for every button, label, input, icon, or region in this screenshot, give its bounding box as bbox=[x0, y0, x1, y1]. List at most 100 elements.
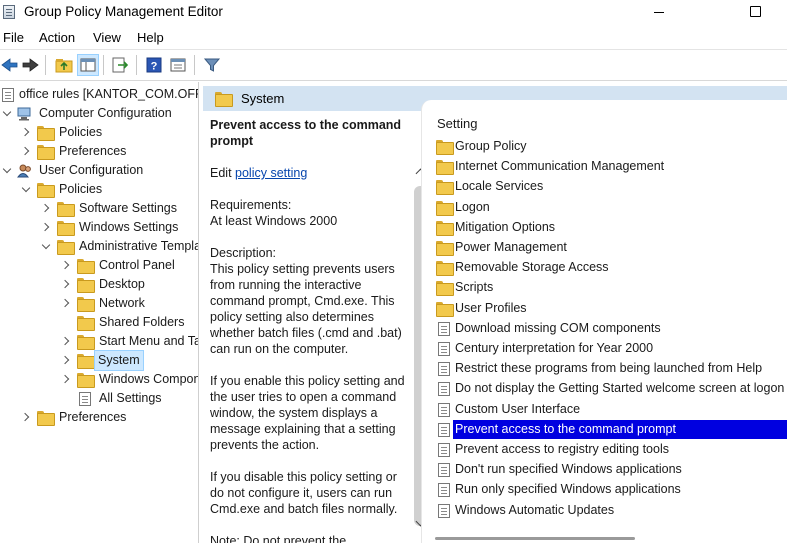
menu-file[interactable]: File bbox=[3, 30, 24, 45]
list-item-label: Power Management bbox=[455, 240, 567, 254]
folder-icon bbox=[57, 221, 75, 236]
list-item[interactable]: Power Management bbox=[434, 238, 787, 257]
list-item[interactable]: Download missing COM components bbox=[434, 319, 787, 338]
folder-icon bbox=[57, 202, 75, 217]
chevron-right-icon[interactable] bbox=[22, 147, 30, 155]
export-list-icon[interactable] bbox=[110, 55, 130, 75]
filter-icon[interactable] bbox=[202, 55, 222, 75]
list-item[interactable]: Run only specified Windows applications bbox=[434, 480, 787, 499]
list-item[interactable]: Century interpretation for Year 2000 bbox=[434, 339, 787, 358]
chevron-down-icon[interactable] bbox=[3, 166, 11, 174]
requirements-block: Requirements: At least Windows 2000 bbox=[210, 197, 408, 229]
tree-label: Network bbox=[99, 296, 145, 310]
list-item[interactable]: Logon bbox=[434, 198, 787, 217]
minimize-button[interactable] bbox=[636, 0, 682, 24]
properties-icon[interactable] bbox=[168, 55, 188, 75]
toolbar-separator bbox=[45, 55, 46, 75]
list-item[interactable]: Locale Services bbox=[434, 177, 787, 196]
tree-label: Preferences bbox=[59, 144, 127, 158]
forward-icon[interactable] bbox=[20, 55, 40, 75]
list-item-label: Century interpretation for Year 2000 bbox=[455, 341, 654, 355]
toolbar-separator bbox=[194, 55, 195, 75]
menu-bar: File Action View Help bbox=[0, 26, 787, 50]
list-item-label: Logon bbox=[455, 199, 490, 214]
window-title: Group Policy Management Editor bbox=[24, 4, 223, 19]
chevron-right-icon[interactable] bbox=[22, 413, 30, 421]
computer-icon bbox=[17, 107, 33, 121]
requirements-label: Requirements: bbox=[210, 198, 292, 212]
chevron-right-icon[interactable] bbox=[62, 261, 70, 269]
chevron-down-icon[interactable] bbox=[3, 109, 11, 117]
edit-prefix: Edit bbox=[210, 166, 236, 180]
list-item[interactable]: User Profiles bbox=[434, 299, 787, 318]
folder-icon bbox=[77, 297, 95, 312]
up-folder-icon[interactable] bbox=[54, 55, 74, 75]
chevron-right-icon[interactable] bbox=[42, 223, 50, 231]
policy-setting-icon bbox=[438, 422, 450, 437]
back-icon[interactable] bbox=[0, 55, 20, 75]
chevron-right-icon[interactable] bbox=[62, 280, 70, 288]
folder-icon bbox=[436, 261, 454, 277]
list-item[interactable]: Scripts bbox=[434, 278, 787, 297]
list-item[interactable]: Do not display the Getting Started welco… bbox=[434, 379, 787, 398]
folder-icon bbox=[77, 335, 95, 350]
chevron-right-icon[interactable] bbox=[62, 299, 70, 307]
menu-action[interactable]: Action bbox=[39, 30, 75, 45]
column-header-setting[interactable]: Setting bbox=[437, 116, 477, 131]
edit-policy-setting-link[interactable]: policy setting bbox=[235, 166, 307, 180]
list-item-label: Removable Storage Access bbox=[455, 260, 609, 275]
list-item[interactable]: Custom User Interface bbox=[434, 400, 787, 419]
help-icon[interactable]: ? bbox=[144, 55, 164, 75]
policy-setting-icon bbox=[438, 362, 450, 377]
folder-icon bbox=[215, 92, 233, 107]
policy-setting-icon bbox=[438, 503, 450, 518]
tree-label: Start Menu and Taskbar bbox=[99, 334, 198, 348]
folder-icon bbox=[77, 259, 95, 274]
list-item[interactable]: Don't run specified Windows applications bbox=[434, 460, 787, 479]
tree-label: Policies bbox=[59, 125, 103, 139]
list-item[interactable]: Mitigation Options bbox=[434, 218, 787, 237]
folder-icon bbox=[436, 220, 454, 236]
show-hide-tree-icon[interactable] bbox=[77, 54, 99, 76]
folder-icon bbox=[436, 180, 454, 196]
folder-icon bbox=[37, 183, 55, 198]
list-item[interactable]: Prevent access to the command prompt bbox=[434, 419, 787, 439]
list-item[interactable]: Group Policy bbox=[434, 137, 787, 156]
list-item-label: Internet Communication Management bbox=[455, 159, 665, 174]
list-item[interactable]: Prevent access to registry editing tools bbox=[434, 440, 787, 459]
tree-label: Control Panel bbox=[99, 258, 175, 272]
chevron-down-icon[interactable] bbox=[22, 185, 30, 193]
chevron-right-icon[interactable] bbox=[62, 356, 70, 364]
requirements-value: At least Windows 2000 bbox=[210, 214, 338, 228]
menu-view[interactable]: View bbox=[93, 30, 121, 45]
tree-label: Preferences bbox=[59, 410, 127, 424]
maximize-button[interactable] bbox=[732, 0, 778, 24]
users-icon bbox=[17, 164, 33, 178]
chevron-right-icon[interactable] bbox=[42, 204, 50, 212]
list-item[interactable]: Windows Automatic Updates bbox=[434, 501, 787, 520]
policy-setting-icon bbox=[438, 463, 450, 478]
tree-label: User Configuration bbox=[39, 163, 144, 177]
policy-setting-icon bbox=[438, 402, 450, 417]
chevron-right-icon[interactable] bbox=[62, 375, 70, 383]
list-item[interactable]: Restrict these programs from being launc… bbox=[434, 359, 787, 378]
chevron-down-icon[interactable] bbox=[42, 242, 50, 250]
toolbar-separator bbox=[136, 55, 137, 75]
folder-icon bbox=[77, 354, 95, 369]
chevron-right-icon[interactable] bbox=[62, 337, 70, 345]
policy-setting-icon bbox=[438, 483, 450, 498]
tree-label: Windows Components bbox=[99, 372, 198, 386]
tree-label: All Settings bbox=[99, 391, 162, 405]
list-item[interactable]: Internet Communication Management bbox=[434, 157, 787, 176]
horizontal-scrollbar[interactable] bbox=[435, 537, 635, 540]
list-item-label: Download missing COM components bbox=[455, 320, 661, 335]
folder-icon bbox=[37, 145, 55, 160]
chevron-right-icon[interactable] bbox=[22, 128, 30, 136]
list-item-label: Restrict these programs from being launc… bbox=[455, 361, 763, 376]
folder-icon bbox=[37, 411, 55, 426]
list-item[interactable]: Removable Storage Access bbox=[434, 258, 787, 277]
edit-policy-line: Edit policy setting bbox=[210, 165, 408, 181]
toolbar-separator bbox=[103, 55, 104, 75]
menu-help[interactable]: Help bbox=[137, 30, 164, 45]
folder-icon bbox=[77, 278, 95, 293]
